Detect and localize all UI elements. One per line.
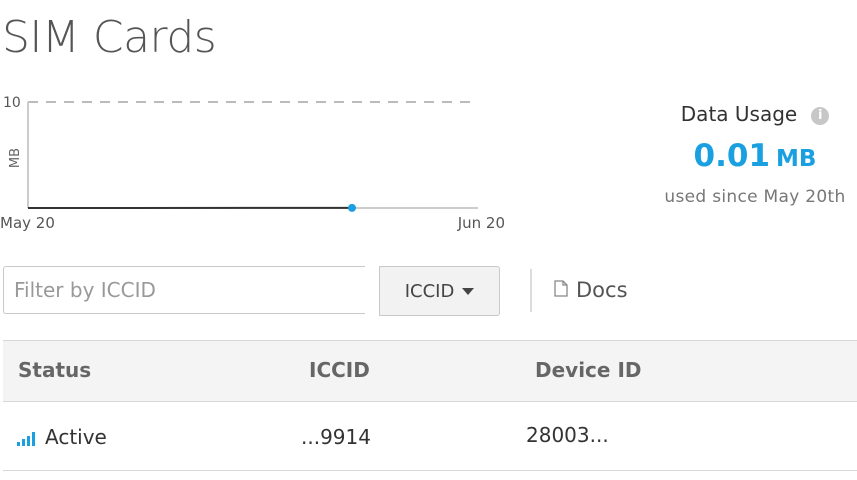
status-text: Active xyxy=(45,425,107,449)
info-icon[interactable]: i xyxy=(811,107,830,125)
x-tick-label-end: Jun 20 xyxy=(457,214,505,232)
data-usage-number: 0.01 xyxy=(693,138,771,174)
document-icon xyxy=(554,278,568,302)
table-row[interactable]: Active ...9914 28003... xyxy=(3,402,857,471)
x-tick-label-start: May 20 xyxy=(0,214,55,232)
docs-link[interactable]: Docs xyxy=(554,278,628,302)
device-id-cell[interactable]: 28003... xyxy=(526,423,609,447)
data-usage-value: 0.01 MB xyxy=(640,136,857,181)
status-cell: Active xyxy=(17,425,107,451)
filter-field-label: ICCID xyxy=(404,280,455,302)
column-header-device-id[interactable]: Device ID xyxy=(535,358,641,382)
y-axis-label: MB xyxy=(8,148,23,168)
signal-bars-icon xyxy=(17,427,35,451)
iccid-cell: ...9914 xyxy=(301,425,371,449)
usage-data-point xyxy=(348,203,356,212)
y-tick-label: 10 xyxy=(3,95,21,111)
column-header-status[interactable]: Status xyxy=(18,358,91,382)
sim-table: Status ICCID Device ID Active ...9914 28… xyxy=(3,340,857,471)
table-header: Status ICCID Device ID xyxy=(3,340,857,402)
data-usage-unit: MB xyxy=(776,146,817,172)
docs-link-label: Docs xyxy=(576,278,628,302)
usage-chart: 10 MB May 20 Jun 20 xyxy=(0,95,505,232)
data-usage-panel: Data Usage i 0.01 MB used since May 20th xyxy=(640,100,857,209)
toolbar-divider xyxy=(530,269,532,312)
column-header-iccid[interactable]: ICCID xyxy=(309,358,370,382)
caret-down-icon xyxy=(462,287,475,295)
filter-field-select[interactable]: ICCID xyxy=(379,266,500,316)
data-usage-subtitle: used since May 20th xyxy=(664,187,846,207)
page-title: SIM Cards xyxy=(2,12,217,63)
data-usage-title: Data Usage xyxy=(680,102,798,126)
iccid-filter-input[interactable] xyxy=(3,266,365,314)
